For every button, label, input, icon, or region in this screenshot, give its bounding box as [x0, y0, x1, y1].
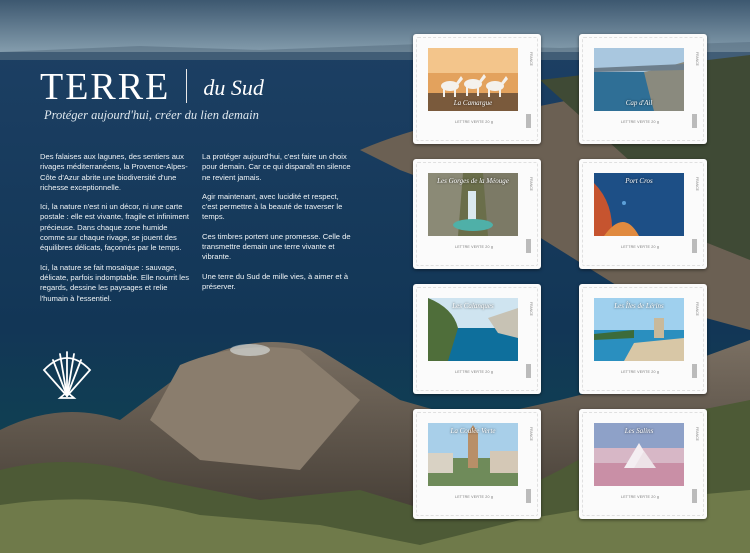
paragraph: Ici, la nature n'est ni un décor, ni une…: [40, 202, 190, 253]
stamp-value: LETTRE VERTE 20 g: [455, 120, 494, 124]
paragraph: La protéger aujourd'hui, c'est faire un …: [202, 152, 351, 182]
stamp-image: Les Gorges de la Méouge: [428, 173, 518, 236]
stamp-datamatrix: [526, 364, 531, 378]
stamp-name: La Camargue: [453, 99, 493, 107]
stamp-value: LETTRE VERTE 20 g: [621, 495, 660, 499]
paragraph: Une terre du Sud de mille vies, à aimer …: [202, 271, 349, 291]
stamp-name: Cap d'Ail: [625, 99, 653, 107]
stamp-country: FRANCE: [695, 427, 699, 441]
stamp-datamatrix: [526, 489, 531, 503]
stamp-datamatrix: [692, 364, 697, 378]
text-column-right: La protéger aujourd'hui, c'est faire un …: [202, 152, 352, 301]
stamp-value: LETTRE VERTE 20 g: [455, 370, 494, 374]
title-divider: [186, 69, 188, 103]
stamp-country: FRANCE: [529, 177, 533, 191]
stamp: Cap d'Ail LETTRE VERTE 20 g FRANCE: [579, 34, 707, 144]
stamp-datamatrix: [692, 114, 697, 128]
stamp: Les Îles de Lérins LETTRE VERTE 20 g FRA…: [579, 284, 707, 394]
stamp-country: FRANCE: [529, 52, 533, 66]
stamp: La Camargue LETTRE VERTE 20 g FRANCE: [413, 34, 541, 144]
stamp-name: Port Cros: [625, 177, 653, 185]
stamp-image: Les Îles de Lérins: [594, 298, 684, 361]
stamp-datamatrix: [692, 489, 697, 503]
stamp-image: La Coulée Verte: [428, 423, 518, 486]
paragraph: Agir maintenant, avec lucidité et respec…: [202, 191, 343, 222]
stamp: Les Gorges de la Méouge LETTRE VERTE 20 …: [413, 159, 541, 269]
title-main: TERRE: [40, 66, 171, 108]
stamp-name: Les Calanques: [452, 302, 494, 310]
stamp-name: Les Salins: [624, 427, 654, 435]
stamp-value: LETTRE VERTE 20 g: [621, 370, 660, 374]
stamp: Les Calanques LETTRE VERTE 20 g FRANCE: [413, 284, 541, 394]
stamp-country: FRANCE: [695, 52, 699, 66]
stamp-datamatrix: [526, 114, 531, 128]
stamp-image: Les Salins: [594, 423, 684, 486]
tagline: Protéger aujourd'hui, créer du lien dema…: [44, 108, 259, 122]
shell-icon: [42, 351, 92, 399]
text-column-left: Des falaises aux lagunes, des sentiers a…: [40, 152, 190, 313]
sheet-title: TERRE du Sud: [40, 68, 264, 106]
stamp-sheet: TERRE du Sud Protéger aujourd'hui, créer …: [0, 0, 750, 553]
stamp: La Coulée Verte LETTRE VERTE 20 g FRANCE: [413, 409, 541, 519]
stamp-image: Les Calanques: [428, 298, 518, 361]
stamp-name: La Coulée Verte: [450, 427, 496, 435]
stamp-country: FRANCE: [529, 427, 533, 441]
stamp-name: Les Gorges de la Méouge: [437, 177, 509, 185]
stamp-country: FRANCE: [695, 302, 699, 316]
stamp-value: LETTRE VERTE 20 g: [455, 495, 494, 499]
stamp-datamatrix: [692, 239, 697, 253]
stamp-value: LETTRE VERTE 20 g: [455, 245, 494, 249]
stamp-image: Cap d'Ail: [594, 48, 684, 111]
paragraph: Ces timbres portent une promesse. Celle …: [202, 231, 351, 262]
stamp: Port Cros LETTRE VERTE 20 g FRANCE: [579, 159, 707, 269]
paragraph: Des falaises aux lagunes, des sentiers a…: [40, 152, 188, 192]
stamp-country: FRANCE: [529, 302, 533, 316]
stamp-image: La Camargue: [428, 48, 518, 111]
stamp: Les Salins LETTRE VERTE 20 g FRANCE: [579, 409, 707, 519]
stamp-name: Les Îles de Lérins: [614, 302, 664, 310]
stamp-value: LETTRE VERTE 20 g: [621, 245, 660, 249]
stamp-image: Port Cros: [594, 173, 684, 236]
paragraph: Ici, la nature se fait mosaïque : sauvag…: [40, 262, 190, 303]
stamp-country: FRANCE: [695, 177, 699, 191]
stamp-value: LETTRE VERTE 20 g: [621, 120, 660, 124]
stamp-datamatrix: [526, 239, 531, 253]
title-sub: du Sud: [203, 75, 264, 100]
